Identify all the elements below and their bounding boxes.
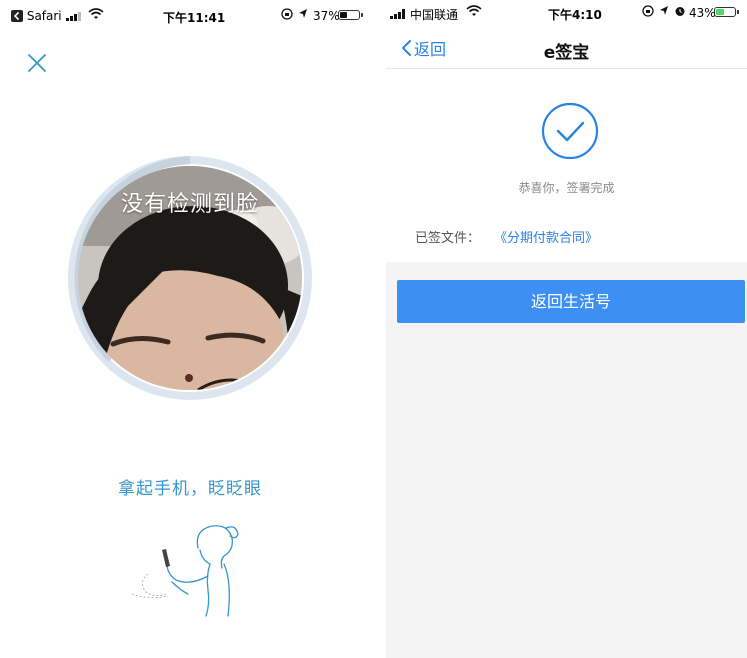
location-icon [298, 8, 308, 22]
person-phone-illustration [131, 525, 239, 617]
alarm-icon [674, 5, 686, 20]
battery-icon [338, 10, 363, 20]
carrier-name: 中国联通 [410, 8, 459, 22]
page-title: e签宝 [543, 43, 590, 63]
battery-percent: 43% [689, 6, 716, 20]
wifi-icon [466, 5, 482, 20]
status-bar: 中国联通 下午4:10 43% [386, 0, 747, 30]
back-app-icon [11, 10, 23, 22]
rotation-lock-icon [642, 5, 654, 20]
rotation-lock-icon [281, 8, 293, 23]
signed-file-link[interactable]: 《分期付款合同》 [494, 227, 598, 246]
instruction-text: 拿起手机，眨眨眼 [118, 479, 262, 499]
face-verify-screen: Safari 下午11:41 37% 没有检测到脸 拿起手机，眨眨眼 [0, 0, 372, 658]
battery-icon [714, 7, 739, 17]
success-message: 恭喜你，签署完成 [518, 181, 615, 195]
wifi-icon [88, 8, 104, 23]
close-icon [28, 54, 46, 72]
back-app-label: Safari [26, 9, 62, 23]
back-to-app[interactable]: Safari [11, 9, 62, 23]
location-icon [659, 5, 669, 19]
status-time: 下午4:10 [548, 8, 602, 22]
result-card: 恭喜你，签署完成 已签文件： 《分期付款合同》 [386, 69, 747, 262]
check-circle-icon [541, 102, 599, 160]
signal-icon [66, 10, 82, 24]
navigation-bar: 返回 e签宝 [386, 30, 747, 69]
face-status-text: 没有检测到脸 [120, 192, 259, 217]
return-to-life-account-button[interactable]: 返回生活号 [397, 280, 745, 323]
close-button[interactable] [26, 52, 48, 74]
status-time: 下午11:41 [163, 11, 226, 25]
camera-preview: 没有检测到脸 [78, 166, 302, 390]
sign-complete-screen: 中国联通 下午4:10 43% 返回 e签宝 恭喜你，签署完成 已签文件： 《分… [386, 0, 747, 658]
signed-file-label: 已签文件： [415, 231, 481, 246]
signal-icon [390, 8, 408, 22]
battery-percent: 37% [313, 9, 340, 23]
status-bar: Safari 下午11:41 37% [0, 0, 372, 36]
